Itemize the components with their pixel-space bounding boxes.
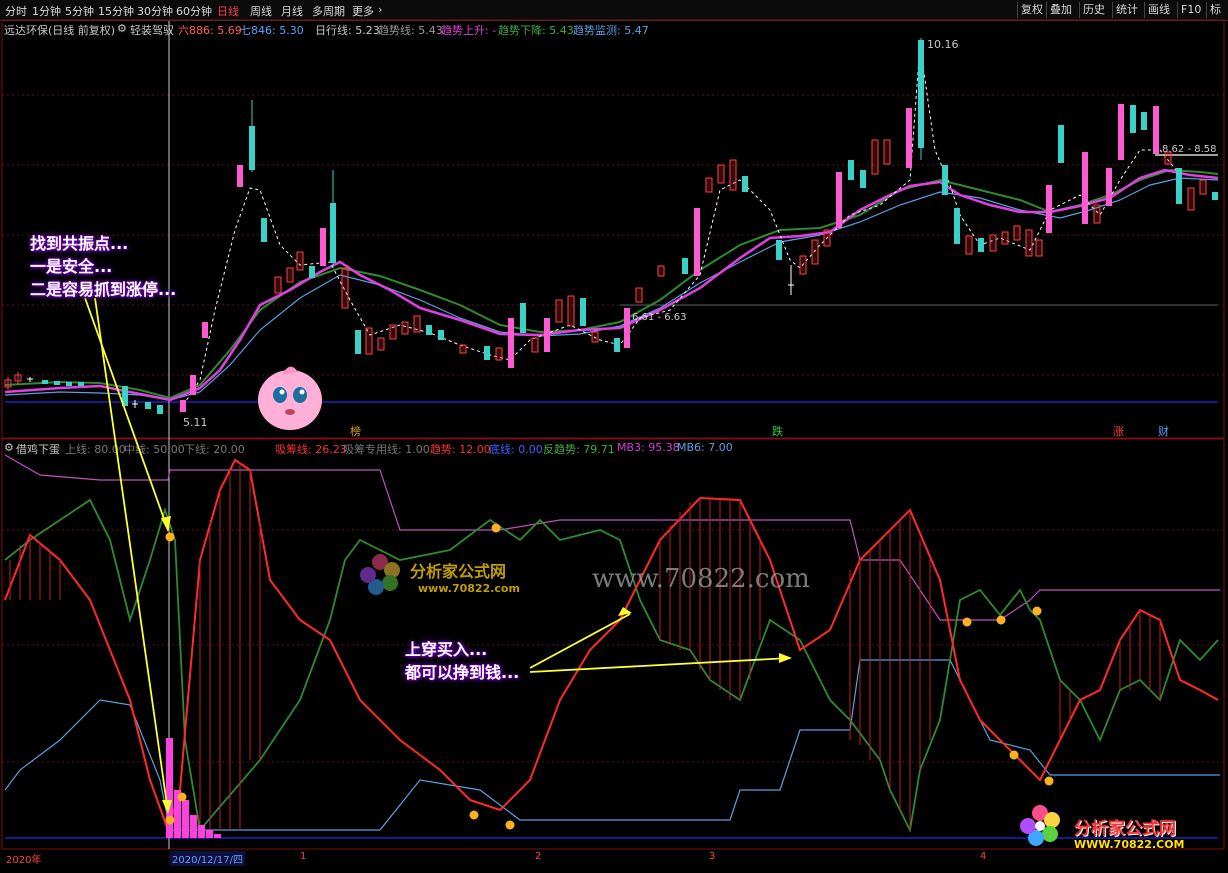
price-range-mid-label: 6.61 - 6.63 [632, 312, 687, 323]
price-grid [2, 94, 1224, 376]
logo-url: WWW.70822.COM [1074, 838, 1185, 851]
green-trend-line [4, 168, 1219, 400]
cross-buy-callout: 上穿买入... 都可以挣到钱... [405, 638, 519, 684]
watermark-domain: www.70822.com [418, 582, 520, 595]
cursor-date-label: 2020/12/17/四 [170, 851, 246, 866]
price-range-right-label: 8.62 - 8.58 [1162, 144, 1217, 155]
axis-month-label: 1 [300, 851, 307, 862]
event-marker[interactable]: 跌 [772, 424, 783, 438]
price-low-label: 5.11 [183, 416, 208, 429]
mascot-icon [258, 366, 322, 430]
event-marker[interactable]: 财 [1158, 424, 1169, 438]
indicator-panel-border [1, 438, 1225, 850]
mb3-line [4, 454, 1220, 621]
axis-month-label: 2 [535, 851, 542, 862]
absorb-hatches [9, 462, 1161, 830]
resonance-callout: 找到共振点... 一是安全... 二是容易抓到涨停... [30, 232, 176, 301]
callout-line: 二是容易抓到涨停... [30, 280, 177, 299]
candlesticks [4, 38, 1218, 414]
flower-logo-icon [360, 554, 400, 595]
axis-year-label: 2020年 [6, 855, 42, 866]
event-marker[interactable]: 榜 [350, 424, 361, 438]
flower-logo-icon [1020, 805, 1060, 846]
chart-canvas[interactable]: 10.16 5.11 6.61 - 6.63 8.62 - 8.58 榜 跌 涨… [0, 0, 1228, 873]
callout-line: 上穿买入... [405, 640, 488, 659]
reverse-trend-line [4, 498, 1219, 833]
callout-line: 找到共振点... [30, 234, 129, 253]
axis-month-label: 4 [980, 851, 987, 862]
watermark-url: www.70822.com [592, 564, 810, 594]
trading-window: 分时 1分钟 5分钟 15分钟 30分钟 60分钟 日线 周线 月线 多周期 更… [0, 0, 1228, 873]
price-high-label: 10.16 [927, 38, 959, 51]
event-marker[interactable]: 涨 [1113, 425, 1124, 438]
logo-brand: 分析家公式网 [1074, 819, 1176, 839]
axis-month-label: 3 [709, 851, 716, 862]
watermark-brand: 分析家公式网 [410, 562, 507, 581]
absorb-line [4, 458, 1219, 834]
callout-line: 都可以挣到钱... [405, 663, 520, 682]
magenta-trend-line [4, 168, 1219, 402]
callout-line: 一是安全... [30, 257, 113, 276]
